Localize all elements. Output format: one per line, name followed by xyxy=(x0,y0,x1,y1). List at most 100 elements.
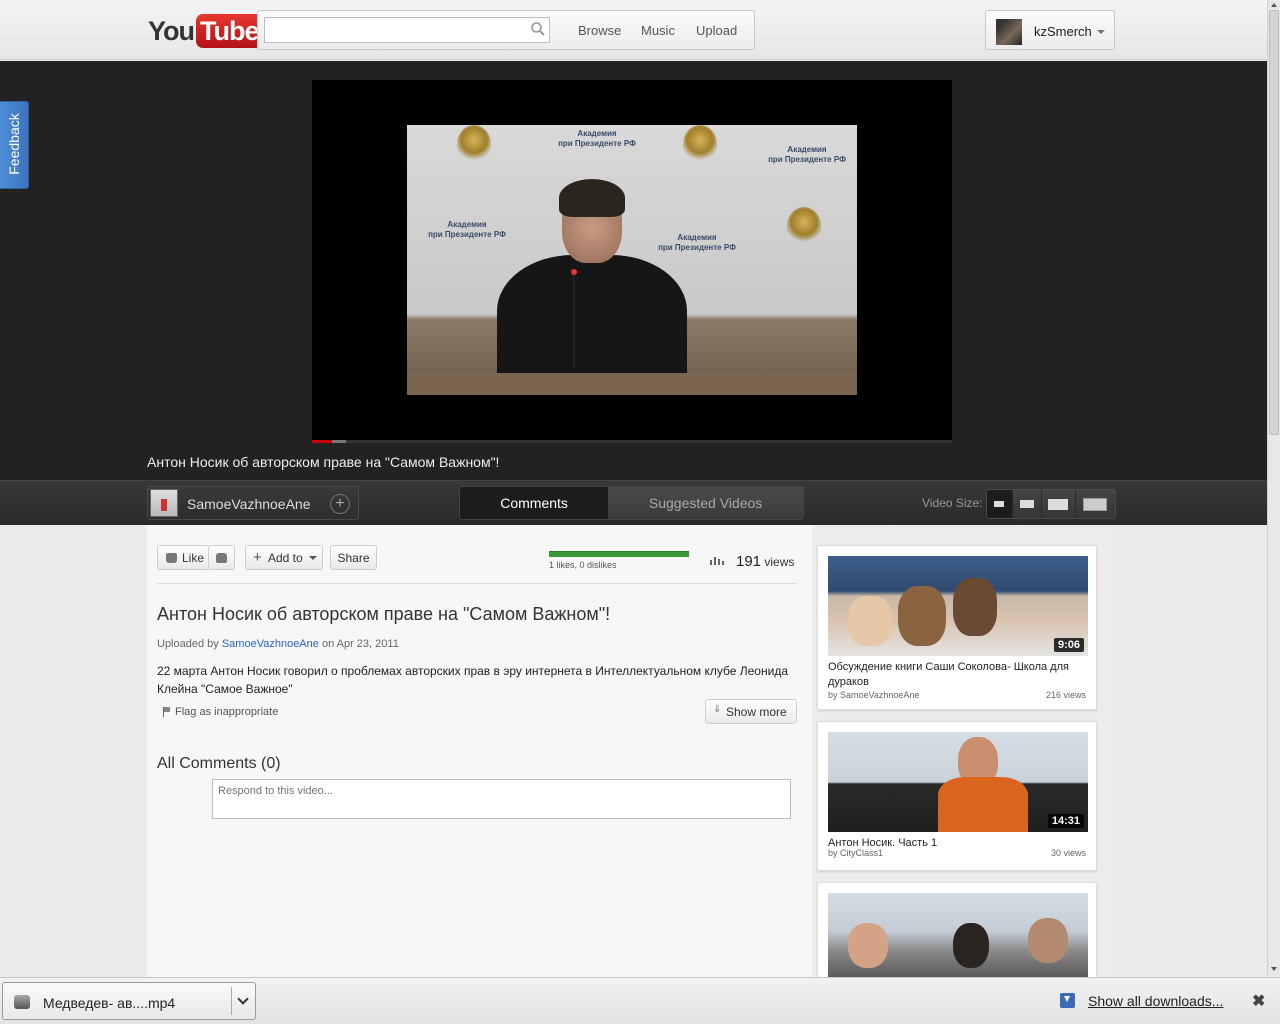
like-ratio-text: 1 likes, 0 dislikes xyxy=(549,560,617,570)
suggested-video-channel: by CityClass1 xyxy=(828,848,884,858)
suggested-videos-sidebar: 9:06 Обсуждение книги Саши Соколова- Шко… xyxy=(812,525,1112,977)
stats-icon[interactable] xyxy=(710,556,724,565)
upload-info: Uploaded by SamoeVazhnoeAne on Apr 23, 2… xyxy=(157,638,399,650)
size-medium-icon xyxy=(1019,500,1034,508)
chevron-down-icon[interactable] xyxy=(237,993,249,1005)
video-thumbnail xyxy=(828,893,1088,977)
size-large-icon xyxy=(1048,498,1069,510)
show-more-label: Show more xyxy=(726,704,787,719)
plus-icon: + xyxy=(253,549,262,566)
download-shelf: Медведев- ав....mp4 Show all downloads..… xyxy=(0,977,1280,1024)
video-title: Антон Носик об авторском праве на "Самом… xyxy=(157,604,611,624)
avatar xyxy=(996,19,1022,45)
divider xyxy=(231,987,232,1015)
channel-avatar xyxy=(150,489,178,517)
progress-loaded xyxy=(332,440,346,443)
channel-link[interactable]: SamoeVazhnoeAne + xyxy=(147,486,359,520)
comments-heading: All Comments (0) xyxy=(157,755,281,772)
suggested-video-views: 30 views xyxy=(1050,848,1086,858)
view-count-word: views xyxy=(764,555,795,569)
video-frame-image: Академия при Президенте РФ Академия при Пр… xyxy=(407,125,857,395)
thumbs-up-icon xyxy=(166,553,177,563)
search-icon[interactable] xyxy=(530,21,546,37)
scroll-up-arrow-icon[interactable] xyxy=(1271,3,1277,7)
chevron-down-icon xyxy=(309,556,317,560)
flag-icon xyxy=(163,707,171,717)
size-small-icon xyxy=(994,501,1005,507)
nav-browse-link[interactable]: Browse xyxy=(578,23,621,38)
flag-link[interactable]: Flag as inappropriate xyxy=(163,706,278,718)
user-name: kzSmerch xyxy=(1034,24,1092,39)
video-file-icon xyxy=(14,995,30,1009)
youtube-logo[interactable]: You Tube xyxy=(148,13,263,49)
search-bar: Browse Music Upload xyxy=(257,10,755,50)
video-progress-bar[interactable] xyxy=(312,440,952,443)
video-info-panel: Like + Add to Share 1 likes, 0 dislikes … xyxy=(147,525,812,977)
suggested-video-card[interactable]: 14:31 Антон Носик. Часть 1 by CityClass1… xyxy=(817,721,1097,871)
subscribe-plus-icon[interactable]: + xyxy=(330,494,350,514)
scroll-down-arrow-icon[interactable] xyxy=(1271,967,1277,971)
nav-upload-link[interactable]: Upload xyxy=(696,23,737,38)
view-count: 191 views xyxy=(736,553,794,570)
user-menu-button[interactable]: kzSmerch xyxy=(985,10,1115,50)
video-player[interactable]: Академия при Президенте РФ Академия при Пр… xyxy=(312,80,952,440)
download-icon xyxy=(1060,993,1075,1008)
search-input[interactable] xyxy=(264,17,550,43)
tab-suggested-videos[interactable]: Suggested Videos xyxy=(608,487,803,519)
video-size-medium-button[interactable] xyxy=(1012,490,1043,518)
watch-tabs: Comments Suggested Videos xyxy=(459,486,804,520)
suggested-video-title[interactable]: Обсуждение книги Саши Соколова- Школа дл… xyxy=(828,660,1088,690)
masthead: You Tube Browse Music Upload kzSmerch xyxy=(0,0,1267,60)
progress-played xyxy=(312,440,332,443)
share-label: Share xyxy=(337,550,370,565)
flag-label: Flag as inappropriate xyxy=(175,706,279,718)
channel-name: SamoeVazhnoeAne xyxy=(187,496,311,512)
video-size-large-button[interactable] xyxy=(1042,490,1076,518)
download-file-name: Медведев- ав....mp4 xyxy=(43,995,176,1011)
divider xyxy=(157,583,797,584)
suggested-video-channel: by SamoeVazhnoeAne xyxy=(828,690,920,700)
video-size-fullscreen-button[interactable] xyxy=(1075,490,1115,518)
video-thumbnail: 14:31 xyxy=(828,732,1088,832)
video-size-small-button[interactable] xyxy=(987,490,1013,518)
channel-bar: SamoeVazhnoeAne + Comments Suggested Vid… xyxy=(0,480,1267,525)
suggested-video-views: 216 views xyxy=(1045,690,1086,700)
feedback-label: Feedback xyxy=(6,113,22,175)
nav-music-link[interactable]: Music xyxy=(641,23,675,38)
show-more-button[interactable]: ⇓ Show more xyxy=(705,699,797,724)
download-item[interactable]: Медведев- ав....mp4 xyxy=(2,982,256,1020)
video-duration: 14:31 xyxy=(1047,814,1084,828)
tab-comments[interactable]: Comments xyxy=(460,487,609,519)
add-to-button[interactable]: + Add to xyxy=(245,545,323,570)
scrollbar-thumb[interactable] xyxy=(1269,10,1279,435)
size-fullscreen-icon xyxy=(1083,497,1108,511)
share-button[interactable]: Share xyxy=(330,545,377,570)
video-size-selector xyxy=(986,489,1116,519)
comment-input[interactable] xyxy=(212,779,791,819)
dislike-button[interactable] xyxy=(208,545,235,570)
video-duration: 9:06 xyxy=(1053,638,1084,652)
add-to-label: Add to xyxy=(268,550,303,565)
uploader-link[interactable]: SamoeVazhnoeAne xyxy=(222,638,319,650)
like-label: Like xyxy=(182,550,205,565)
show-all-downloads-link[interactable]: Show all downloads... xyxy=(1088,993,1223,1009)
upload-date: on Apr 23, 2011 xyxy=(321,638,399,650)
chevron-down-icon xyxy=(1097,30,1105,34)
suggested-video-card[interactable] xyxy=(817,882,1097,977)
feedback-tab[interactable]: Feedback xyxy=(0,101,29,189)
uploaded-prefix: Uploaded by xyxy=(157,638,219,650)
double-chevron-down-icon: ⇓ xyxy=(713,704,722,715)
video-description: 22 марта Антон Носик говорил о проблемах… xyxy=(157,664,788,696)
like-button[interactable]: Like xyxy=(157,545,209,570)
video-size-label: Video Size: xyxy=(922,496,983,510)
close-icon[interactable]: ✖ xyxy=(1252,991,1265,1011)
view-count-number: 191 xyxy=(736,553,762,570)
like-ratio-bar xyxy=(549,551,689,557)
logo-you-text: You xyxy=(148,15,195,46)
suggested-video-card[interactable]: 9:06 Обсуждение книги Саши Соколова- Шко… xyxy=(817,545,1097,710)
page-scrollbar[interactable] xyxy=(1267,0,1280,977)
thumbs-down-icon xyxy=(216,553,227,563)
player-video-title: Антон Носик об авторском праве на "Самом… xyxy=(147,454,500,470)
logo-tube-text: Tube xyxy=(196,14,263,48)
video-thumbnail: 9:06 xyxy=(828,556,1088,656)
